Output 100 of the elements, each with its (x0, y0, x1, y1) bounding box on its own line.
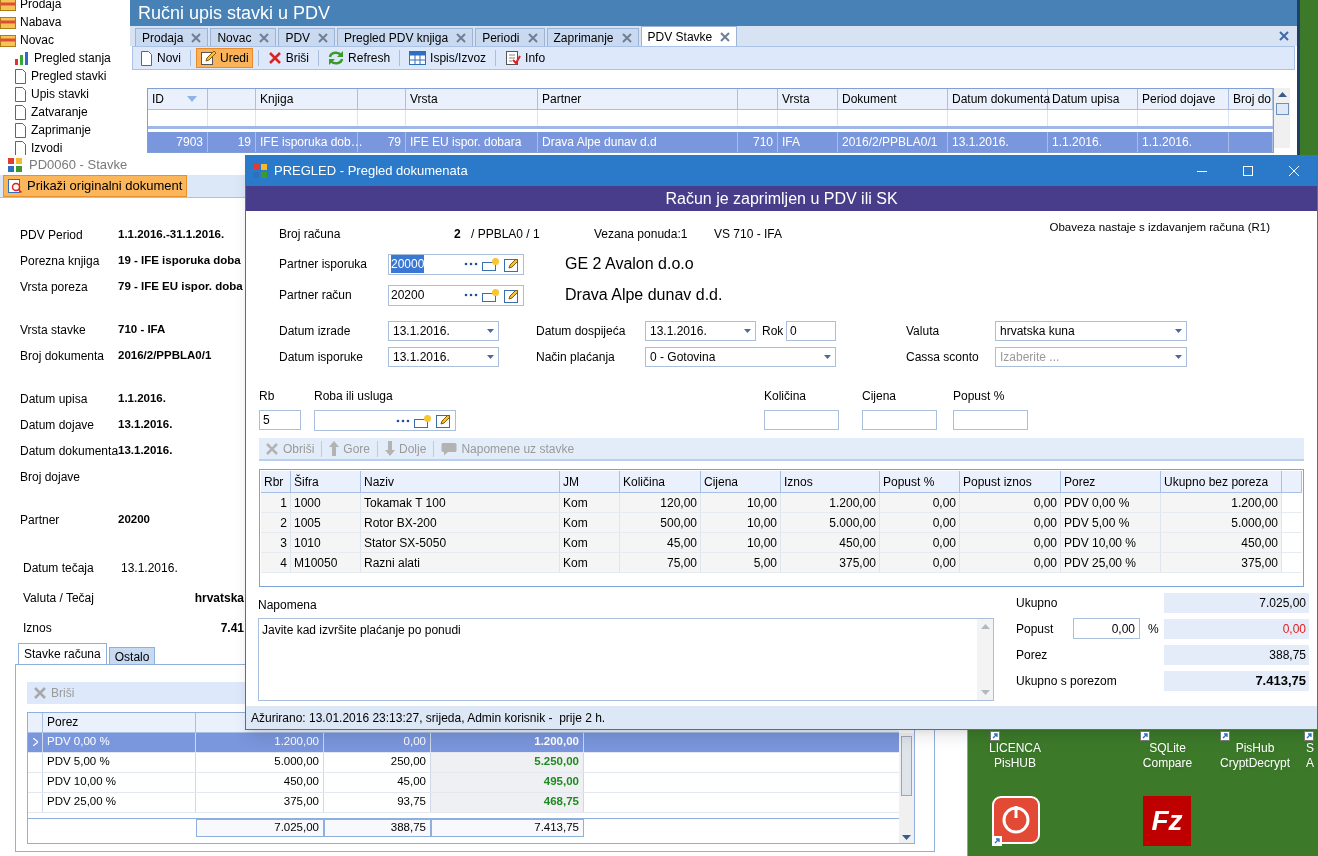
dropdown[interactable]: 13.1.2016. (388, 347, 499, 367)
toolbar-button[interactable]: Refresh (324, 48, 395, 68)
column-header[interactable]: Cijena (701, 471, 781, 492)
field-label: Cijena (862, 388, 898, 405)
tree-item[interactable]: Prodaja (20, 0, 62, 13)
input-field[interactable]: 0,00 (1073, 618, 1140, 639)
table-cell: 0,00 (880, 513, 960, 532)
column-header[interactable]: Period dojave (1138, 89, 1229, 109)
close-icon (527, 32, 538, 43)
icon-label[interactable]: LICENCA (989, 741, 1041, 756)
dropdown[interactable]: 0 - Gotovina (645, 347, 836, 367)
column-header[interactable]: JM (560, 471, 620, 492)
table-cell: PDV 0,00 % (43, 732, 196, 752)
tab[interactable]: Zaprimanje (546, 28, 639, 46)
icon-label[interactable]: CryptDecrypt (1220, 756, 1290, 771)
column-header[interactable]: Količina (620, 471, 701, 492)
input-field[interactable] (764, 410, 839, 430)
column-header[interactable]: Ukupno bez poreza (1161, 471, 1282, 492)
lookup-field[interactable]: 20200 (388, 284, 524, 306)
lookup-field[interactable]: 20000 (388, 253, 524, 275)
table-cell: Stator SX-5050 (361, 533, 560, 552)
action-button[interactable]: Prikaži originalni dokument (3, 174, 188, 197)
column-header[interactable]: Iznos (781, 471, 880, 492)
toolbar-button[interactable]: Uredi (196, 48, 253, 68)
field-value: 13.1.2016. (121, 559, 178, 577)
toolbar-button[interactable]: Novi (136, 48, 185, 68)
tree-item[interactable]: Upis stavki (31, 85, 89, 103)
refresh-icon (328, 51, 345, 65)
input-field[interactable] (953, 410, 1028, 430)
table-cell: IFA (778, 132, 838, 152)
icon-label[interactable]: S (1306, 741, 1314, 756)
column-header[interactable]: Porez (43, 712, 196, 732)
field-value: 13.1.2016. (118, 416, 173, 432)
tab[interactable]: PDV Stavke (640, 26, 738, 46)
column-header[interactable]: Vrsta (778, 89, 838, 109)
column-header[interactable]: Datum dokumenta (948, 89, 1048, 109)
scroll-thumb[interactable] (901, 735, 912, 796)
column-header[interactable]: Popust % (880, 471, 960, 492)
scrollbar[interactable] (977, 619, 993, 700)
column-header[interactable]: Knjiga (256, 89, 358, 109)
column-header[interactable]: Popust iznos (960, 471, 1061, 492)
field-label: Broj računa (279, 226, 342, 243)
table-cell: PDV 25,00 % (43, 792, 196, 812)
scrollbar[interactable] (899, 732, 914, 843)
input-field[interactable] (862, 410, 937, 430)
table-row[interactable]: PDV 10,00 % 450,00 45,00 495,00 (28, 772, 899, 793)
icon-label[interactable]: A (1306, 756, 1314, 771)
note-field[interactable]: Javite kad izvršite plaćanje po ponudi (258, 618, 994, 701)
icon-label[interactable]: Compare (1142, 756, 1193, 771)
tree-item[interactable]: Zaprimanje (31, 121, 92, 139)
table-cell: 13.1.2016. (948, 132, 1048, 152)
scroll-thumb[interactable] (1275, 103, 1289, 115)
tab[interactable]: Ostalo (108, 646, 156, 664)
field-value: hrvatska (194, 589, 244, 607)
lookup-field[interactable] (314, 410, 456, 431)
column-header[interactable]: ID (148, 89, 208, 109)
icon-label[interactable]: PisHUB (994, 756, 1036, 771)
column-header[interactable]: Vrsta (406, 89, 538, 109)
input-field[interactable]: 5 (259, 410, 301, 430)
field-label: Iznos (23, 619, 53, 637)
speech-bubble-icon (441, 441, 458, 456)
table-row[interactable]: PDV 5,00 % 5.000,00 250,00 5.250,00 (28, 752, 899, 773)
column-header[interactable]: Dokument (838, 89, 948, 109)
column-header[interactable]: Naziv (361, 471, 560, 492)
dropdown[interactable]: 13.1.2016. (388, 321, 499, 341)
tab[interactable]: Novac (210, 28, 277, 46)
pencil-icon (504, 287, 520, 303)
tree-item[interactable]: Pregled stanja (34, 49, 111, 67)
column-header[interactable]: Porez (1061, 471, 1161, 492)
tab[interactable]: Stavke računa (18, 642, 107, 664)
toolbar-button[interactable]: Info (501, 48, 550, 68)
toolbar-button[interactable]: Briši (263, 48, 314, 68)
tab[interactable]: PDV (278, 28, 336, 46)
scrollbar[interactable] (1274, 88, 1290, 148)
column-header[interactable]: Rbr (261, 471, 291, 492)
column-header[interactable]: Partner (538, 89, 738, 109)
close-icon (259, 32, 270, 43)
table-row[interactable]: PDV 25,00 % 375,00 93,75 468,75 (28, 792, 899, 813)
caret-icon (1175, 355, 1182, 359)
dropdown[interactable]: hrvatska kuna (995, 321, 1187, 341)
tree-item[interactable]: Novac (20, 31, 54, 49)
window-title: PD0060 - Stavke (29, 156, 128, 174)
input-field[interactable]: 0 (786, 321, 836, 341)
column-header[interactable]: Broj do (1229, 89, 1273, 109)
tree-item[interactable]: Izvodi (31, 139, 63, 157)
tab[interactable]: Pregled PDV knjiga (337, 28, 474, 46)
toolbar-button[interactable]: Ispis/Izvoz (405, 48, 491, 68)
field-value: 20200 (118, 511, 150, 527)
column-header[interactable]: Šifra (291, 471, 361, 492)
tree-item[interactable]: Zatvaranje (31, 103, 88, 121)
tab[interactable]: Prodaja (135, 28, 209, 46)
row-pointer-icon (32, 738, 38, 746)
table-cell: PDV 5,00 % (1061, 513, 1161, 532)
tree-item[interactable]: Nabava (20, 13, 62, 31)
icon-label[interactable]: PisHub (1235, 741, 1275, 756)
dropdown[interactable]: 13.1.2016. (645, 321, 756, 341)
icon-label[interactable]: SQLite (1149, 741, 1186, 756)
tree-item[interactable]: Pregled stavki (31, 67, 107, 85)
tab[interactable]: Periodi (475, 28, 545, 46)
table-cell: Drava Alpe dunav d.d (538, 132, 738, 152)
